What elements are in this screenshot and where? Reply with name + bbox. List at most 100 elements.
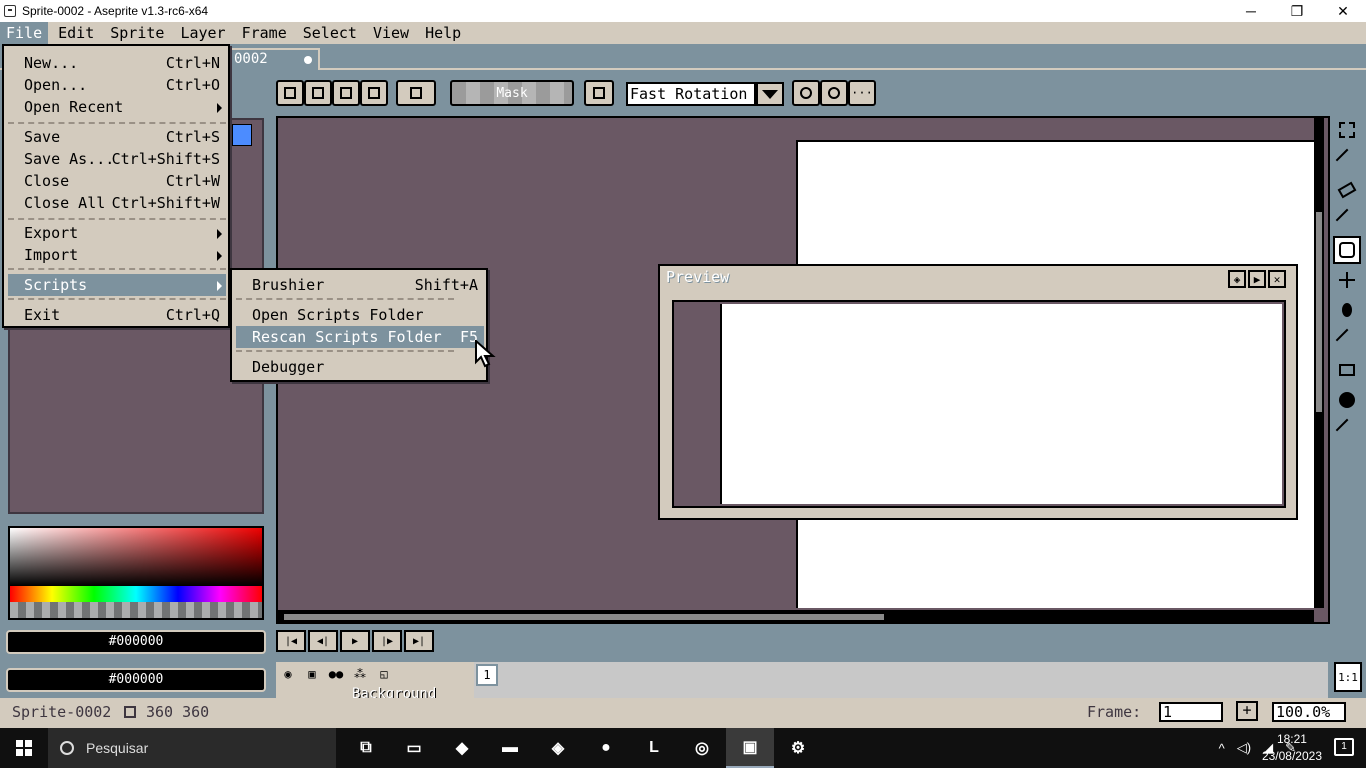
close-preview-icon[interactable]: ✕ xyxy=(1268,270,1286,288)
center-icon[interactable]: ◈ xyxy=(1228,270,1246,288)
rectangle-icon[interactable] xyxy=(1333,356,1361,384)
aseprite-taskbar-icon[interactable]: ▣ xyxy=(726,728,774,768)
settings-gear-icon[interactable]: ⚙ xyxy=(774,728,822,768)
last-frame-icon[interactable]: ▶| xyxy=(404,630,434,652)
eraser-icon[interactable] xyxy=(1333,176,1361,204)
new-frame-button[interactable]: + xyxy=(1236,701,1258,721)
intersect-selection-icon[interactable] xyxy=(360,80,388,106)
alpha-slider[interactable] xyxy=(10,602,262,618)
menu-item-brushier[interactable]: Brushier Shift+A xyxy=(236,274,484,296)
task-view-icon[interactable]: ⧉ xyxy=(342,728,390,768)
hand-icon[interactable] xyxy=(1333,236,1361,264)
menu-item-new[interactable]: New... Ctrl+N xyxy=(8,52,226,74)
app-icon-blue[interactable]: ◆ xyxy=(438,728,486,768)
saturation-value-area[interactable] xyxy=(10,528,262,586)
first-frame-icon[interactable]: |◀ xyxy=(276,630,306,652)
color-picker[interactable] xyxy=(8,526,264,620)
menu-select[interactable]: Select xyxy=(297,22,363,44)
contour-icon[interactable] xyxy=(1333,386,1361,414)
menu-edit[interactable]: Edit xyxy=(52,22,100,44)
file-explorer-icon[interactable]: ▬ xyxy=(486,728,534,768)
vertical-scroll-thumb[interactable] xyxy=(1316,212,1322,412)
blur-icon[interactable] xyxy=(1333,416,1361,444)
taskbar-clock[interactable]: 18:21 23/08/2023 xyxy=(1262,731,1322,765)
game-app-icon[interactable]: ● xyxy=(582,728,630,768)
palette-color-swatch[interactable] xyxy=(232,124,252,146)
more-options-button[interactable]: ··· xyxy=(848,80,876,106)
menu-item-debugger[interactable]: Debugger xyxy=(236,356,484,378)
menu-item-open-scripts-folder[interactable]: Open Scripts Folder xyxy=(236,304,484,326)
menu-item-open[interactable]: Open... Ctrl+O xyxy=(8,74,226,96)
rotation-algorithm-select[interactable]: Fast Rotation xyxy=(626,82,756,106)
menu-item-rescan-scripts-folder[interactable]: Rescan Scripts Folder F5 xyxy=(236,326,484,348)
background-color-field[interactable]: #000000 xyxy=(6,668,266,692)
move-icon[interactable] xyxy=(1333,266,1361,294)
menu-item-save[interactable]: Save Ctrl+S xyxy=(8,126,226,148)
play-icon[interactable]: ▶ xyxy=(1248,270,1266,288)
play-animation-icon[interactable]: ▶ xyxy=(340,630,370,652)
zoom-1to1-button[interactable]: 1:1 xyxy=(1334,662,1362,692)
search-icon xyxy=(60,741,74,755)
zoom-input[interactable]: 100.0% xyxy=(1272,702,1346,722)
menu-item-close-all[interactable]: Close All Ctrl+Shift+W xyxy=(8,192,226,214)
menu-item-close[interactable]: Close Ctrl+W xyxy=(8,170,226,192)
chevron-down-icon[interactable] xyxy=(756,82,784,106)
paint-bucket-icon[interactable] xyxy=(1333,296,1361,324)
subtract-selection-icon[interactable] xyxy=(332,80,360,106)
eye-icon[interactable]: ◉ xyxy=(278,664,298,684)
tab-sprite-0002[interactable]: 0002 xyxy=(228,48,320,70)
menu-file[interactable]: File xyxy=(0,22,49,44)
lock-icon[interactable]: ▣ xyxy=(302,664,322,684)
menu-item-scripts[interactable]: Scripts xyxy=(8,274,226,296)
l-app-icon[interactable]: L xyxy=(630,728,678,768)
dynamics-icon[interactable] xyxy=(792,80,820,106)
add-selection-icon[interactable] xyxy=(304,80,332,106)
notification-center-icon[interactable]: 1 xyxy=(1334,738,1354,756)
eyedropper-icon[interactable] xyxy=(1333,206,1361,234)
mask-color-button[interactable]: Mask xyxy=(450,80,574,106)
menu-item-open-recent[interactable]: Open Recent xyxy=(8,96,226,118)
menu-item-export[interactable]: Export xyxy=(8,222,226,244)
chevron-up-icon[interactable]: ^ xyxy=(1219,741,1225,756)
windows-logo-icon xyxy=(16,740,32,756)
minimize-button[interactable]: ─ xyxy=(1228,0,1274,22)
menu-item-exit[interactable]: Exit Ctrl+Q xyxy=(8,304,226,326)
cel-icon[interactable]: ◱ xyxy=(374,664,394,684)
menu-layer[interactable]: Layer xyxy=(174,22,231,44)
taskbar-search-box[interactable]: Pesquisar xyxy=(48,728,336,768)
hue-slider[interactable] xyxy=(10,586,262,602)
pencil-icon[interactable] xyxy=(1333,146,1361,174)
foreground-color-field[interactable]: #000000 xyxy=(6,630,266,654)
frame-input[interactable]: 1 xyxy=(1159,702,1223,722)
horizontal-scroll-thumb[interactable] xyxy=(284,614,884,620)
menu-help[interactable]: Help xyxy=(419,22,467,44)
obsidian-icon[interactable]: ◈ xyxy=(534,728,582,768)
frame-header-1[interactable]: 1 xyxy=(476,664,498,686)
replace-selection-icon[interactable] xyxy=(276,80,304,106)
terminal-icon[interactable]: ▭ xyxy=(390,728,438,768)
line-icon[interactable] xyxy=(1333,326,1361,354)
menu-item-save-as[interactable]: Save As... Ctrl+Shift+S xyxy=(8,148,226,170)
menu-item-import[interactable]: Import xyxy=(8,244,226,266)
pivot-icon[interactable] xyxy=(584,80,614,106)
link-cels-icon[interactable]: ⁂ xyxy=(350,664,370,684)
preview-title: Preview xyxy=(666,268,730,286)
menu-frame[interactable]: Frame xyxy=(236,22,293,44)
steam-icon[interactable]: ◎ xyxy=(678,728,726,768)
playback-controls: |◀ ◀| ▶ |▶ ▶| xyxy=(276,630,434,654)
transparent-color-icon[interactable] xyxy=(396,80,436,106)
windows-start-button[interactable] xyxy=(0,728,48,768)
previous-frame-icon[interactable]: ◀| xyxy=(308,630,338,652)
preview-view[interactable] xyxy=(672,300,1286,508)
menu-separator xyxy=(236,350,454,352)
menu-sprite[interactable]: Sprite xyxy=(104,22,170,44)
rectangular-marquee-icon[interactable] xyxy=(1333,116,1361,144)
volume-icon[interactable]: ◁) xyxy=(1237,740,1251,756)
next-frame-icon[interactable]: |▶ xyxy=(372,630,402,652)
close-button[interactable]: ✕ xyxy=(1320,0,1366,22)
snap-icon[interactable] xyxy=(820,80,848,106)
menu-view[interactable]: View xyxy=(367,22,415,44)
restore-button[interactable]: ❐ xyxy=(1274,0,1320,22)
onion-skin-icon[interactable]: ●● xyxy=(326,664,346,684)
frames-area[interactable] xyxy=(474,662,1328,698)
